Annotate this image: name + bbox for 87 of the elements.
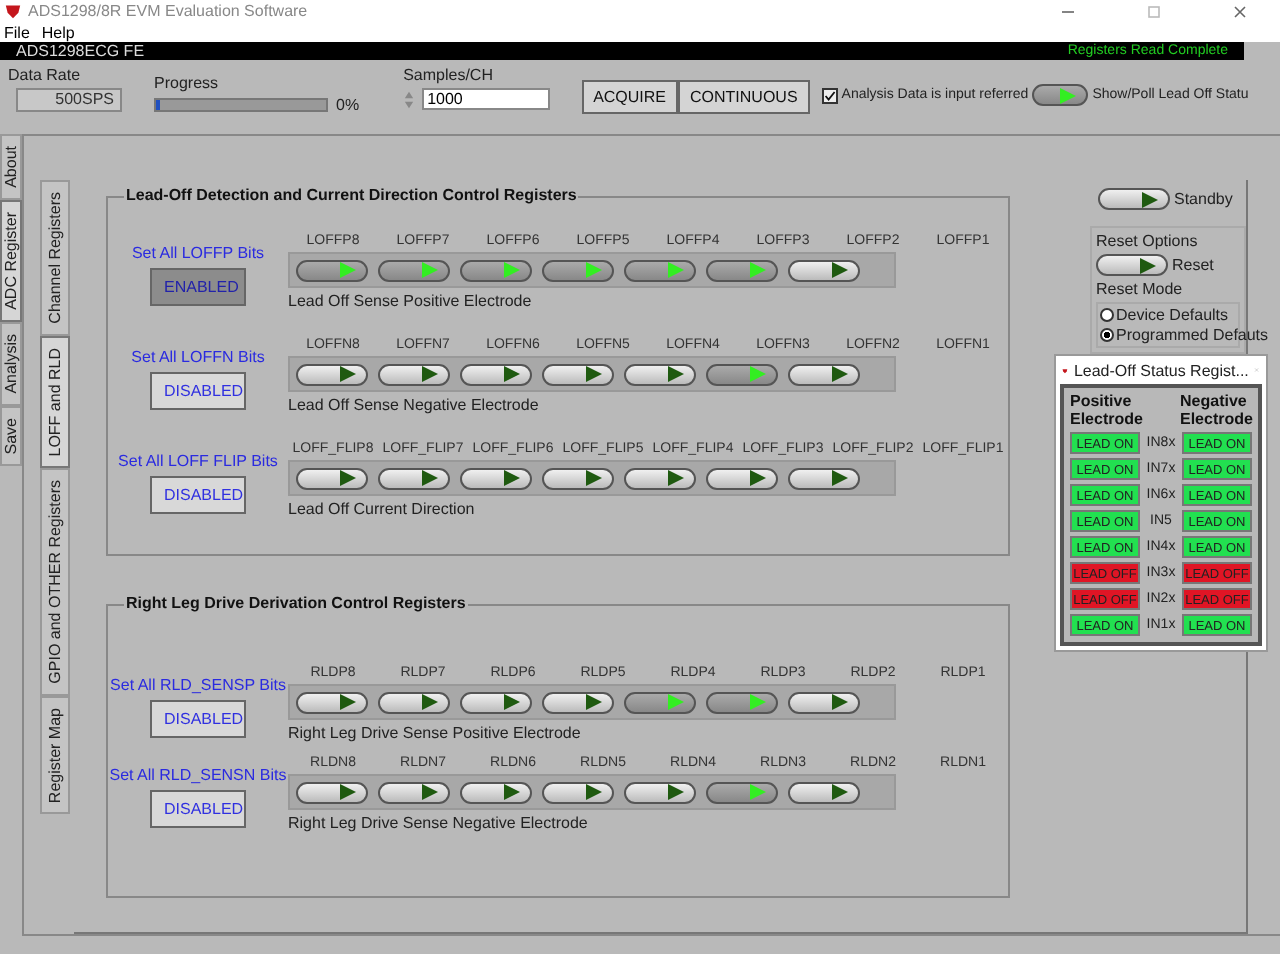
enable-button[interactable]: DISABLED bbox=[150, 476, 246, 514]
samples-field[interactable]: 1000 bbox=[421, 88, 550, 110]
toolbar-button[interactable]: ACQUIRE bbox=[581, 80, 679, 114]
toggle-switch[interactable] bbox=[788, 467, 860, 489]
row-caption: Lead Off Sense Negative Electrode bbox=[288, 396, 541, 414]
toggle-switch[interactable] bbox=[624, 467, 696, 489]
toggle-switch[interactable] bbox=[624, 259, 696, 281]
vertical-tab[interactable]: Channel Registers bbox=[40, 180, 70, 336]
toggle-switch[interactable] bbox=[378, 781, 450, 803]
enable-button[interactable]: DISABLED bbox=[150, 790, 246, 828]
vertical-tab[interactable]: ADC Register bbox=[0, 199, 22, 322]
vertical-tab[interactable]: Register Map bbox=[40, 695, 70, 815]
reset-mode-label: Reset Mode bbox=[1096, 280, 1185, 298]
toggle-switch[interactable] bbox=[624, 691, 696, 713]
toggle-switch[interactable] bbox=[788, 781, 860, 803]
toggle-switch[interactable] bbox=[460, 259, 532, 281]
toolbar-button[interactable]: CONTINUOUS bbox=[678, 80, 810, 114]
radio-label: Programmed Defauts bbox=[1116, 326, 1269, 344]
set-all-label: Set All LOFFP Bits bbox=[131, 244, 265, 262]
toggle-switch[interactable] bbox=[460, 363, 532, 385]
row-caption: Lead Off Sense Positive Electrode bbox=[288, 292, 534, 310]
vertical-tab[interactable]: LOFF and RLD bbox=[40, 335, 70, 469]
vertical-tab[interactable]: Save bbox=[0, 405, 22, 466]
data-rate-label: Data Rate bbox=[8, 66, 83, 84]
toggle-switch[interactable] bbox=[542, 259, 614, 281]
toggle-switch[interactable] bbox=[788, 259, 860, 281]
set-all-label: Set All LOFF FLIP Bits bbox=[118, 452, 278, 470]
vertical-tab[interactable]: GPIO and OTHER Registers bbox=[40, 468, 70, 696]
column-header: Positive Electrode bbox=[1070, 392, 1142, 428]
toggle-switch[interactable] bbox=[624, 781, 696, 803]
toggle-switch[interactable] bbox=[542, 781, 614, 803]
toggle-switch[interactable] bbox=[542, 363, 614, 385]
toggle-switch[interactable] bbox=[706, 467, 778, 489]
enable-button[interactable]: DISABLED bbox=[150, 372, 246, 410]
data-rate-indicator: 500SPS bbox=[16, 88, 122, 112]
window-title: ADS1298/8R EVM Evaluation Software bbox=[28, 2, 310, 20]
radio-label: Device Defaults bbox=[1116, 306, 1229, 324]
row-caption: Right Leg Drive Sense Negative Electrode bbox=[288, 814, 590, 832]
enable-button[interactable]: DISABLED bbox=[150, 700, 246, 738]
toggle-switch[interactable] bbox=[706, 781, 778, 803]
toggle-switch[interactable] bbox=[460, 467, 532, 489]
toggle-switch[interactable] bbox=[296, 363, 368, 385]
toggle-switch[interactable] bbox=[542, 467, 614, 489]
toggle-switch[interactable] bbox=[296, 781, 368, 803]
toggle-switch[interactable] bbox=[706, 691, 778, 713]
toggle-switch[interactable] bbox=[378, 691, 450, 713]
vertical-tab[interactable]: About bbox=[0, 134, 22, 200]
group-title: Right Leg Drive Derivation Control Registers bbox=[124, 594, 468, 612]
toggle-switch[interactable] bbox=[378, 363, 450, 385]
window-title: Lead-Off Status Regist... bbox=[1073, 361, 1249, 379]
menu-item[interactable]: File bbox=[4, 23, 30, 41]
toggle-switch[interactable] bbox=[460, 691, 532, 713]
radio-button[interactable] bbox=[1100, 328, 1114, 342]
toggle-switch[interactable] bbox=[788, 363, 860, 385]
set-all-label: Set All RLD_SENSN Bits bbox=[109, 766, 287, 784]
vertical-tab[interactable]: Analysis bbox=[0, 321, 22, 406]
toggle-switch[interactable] bbox=[706, 363, 778, 385]
reset-label: Reset bbox=[1172, 256, 1214, 274]
toggle-switch[interactable] bbox=[542, 691, 614, 713]
toggle-switch[interactable] bbox=[706, 259, 778, 281]
radio-button[interactable] bbox=[1100, 308, 1114, 322]
toggle-switch[interactable] bbox=[378, 467, 450, 489]
toggle-switch[interactable] bbox=[1032, 84, 1089, 106]
toggle-switch[interactable] bbox=[296, 691, 368, 713]
toggle-switch[interactable] bbox=[624, 363, 696, 385]
toggle-switch[interactable] bbox=[378, 259, 450, 281]
toggle-switch[interactable] bbox=[1096, 254, 1168, 276]
row-caption: Right Leg Drive Sense Positive Electrode bbox=[288, 724, 583, 742]
progress-reading: 0% bbox=[336, 96, 360, 114]
toggle-switch[interactable] bbox=[788, 691, 860, 713]
checkbox[interactable] bbox=[821, 87, 838, 103]
standby-label: Standby bbox=[1174, 190, 1233, 208]
toggle-switch[interactable] bbox=[296, 467, 368, 489]
progress-label: Progress bbox=[154, 74, 221, 92]
menu-item[interactable]: Help bbox=[41, 23, 75, 41]
banner-title: ADS1298ECG FE bbox=[16, 42, 145, 60]
row-caption: Lead Off Current Direction bbox=[288, 500, 477, 518]
toggle-switch[interactable] bbox=[296, 259, 368, 281]
group-title: Lead-Off Detection and Current Direction Control Registers bbox=[124, 186, 579, 204]
reset-options-label: Reset Options bbox=[1096, 232, 1200, 250]
column-header: Negative Electrode bbox=[1180, 392, 1252, 428]
set-all-label: Set All RLD_SENSP Bits bbox=[110, 676, 286, 694]
close-icon[interactable] bbox=[1232, 3, 1248, 19]
samples-label: Samples/CH bbox=[403, 66, 495, 84]
set-all-label: Set All LOFFN Bits bbox=[131, 348, 265, 366]
toggle-switch[interactable] bbox=[1098, 188, 1170, 210]
toggle-switch[interactable] bbox=[460, 781, 532, 803]
